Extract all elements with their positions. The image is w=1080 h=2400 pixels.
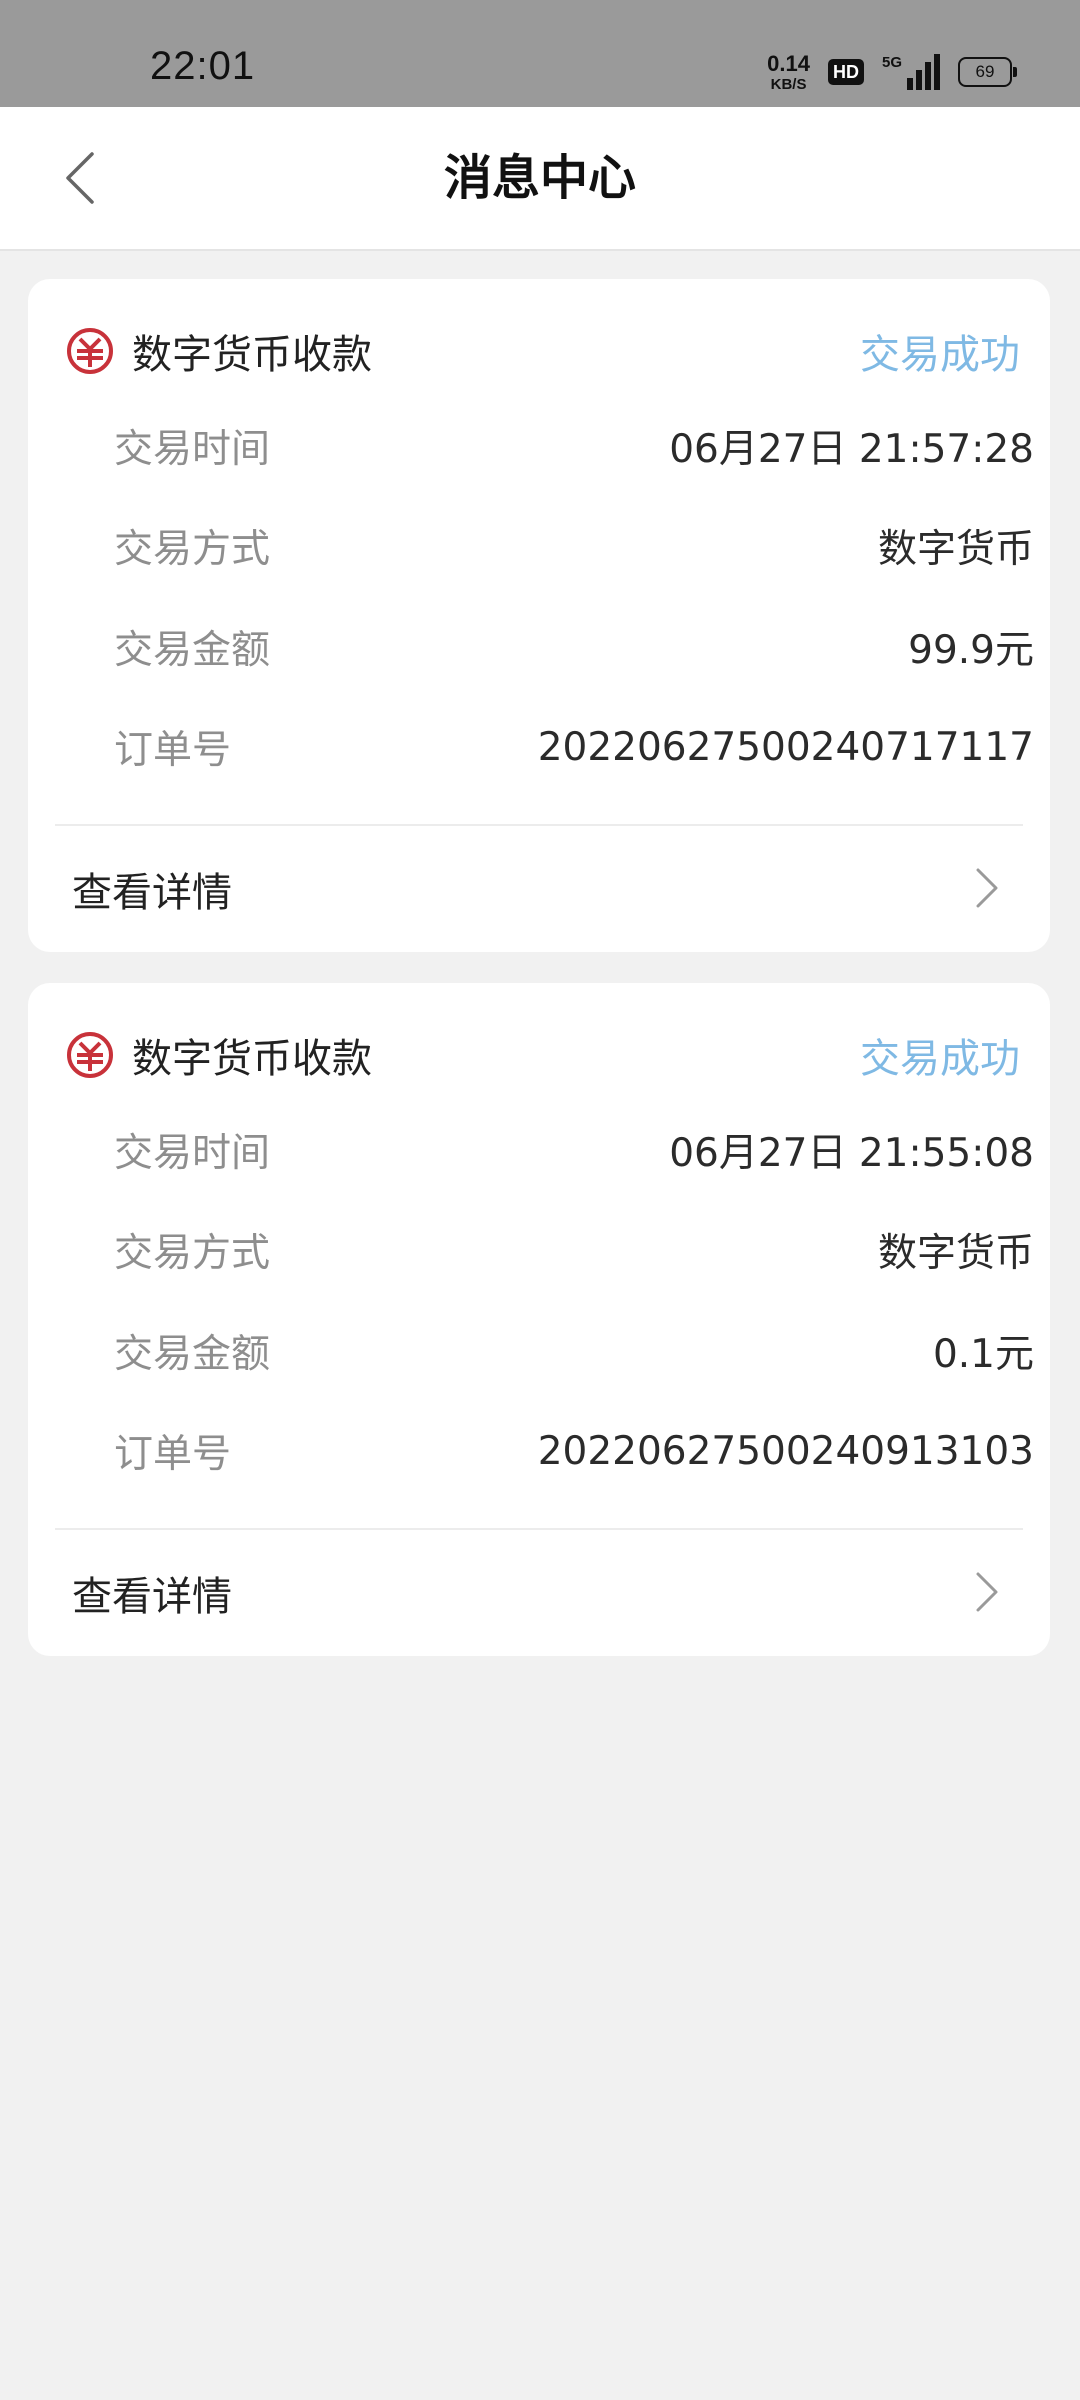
field-row-amount: 交易金额 0.1元 — [114, 1321, 1034, 1381]
view-details-label: 查看详情 — [72, 870, 232, 916]
field-row-method: 交易方式 数字货币 — [114, 1220, 1034, 1280]
signal-label: 5G — [881, 54, 902, 71]
field-label: 交易时间 — [114, 427, 271, 472]
field-value: 99.9元 — [908, 628, 1034, 673]
field-label: 订单号 — [114, 1432, 232, 1477]
field-row-time: 交易时间 06月27日 21:55:08 — [114, 1120, 1034, 1180]
view-details-label: 查看详情 — [72, 1574, 232, 1620]
card-title: 数字货币收款 — [132, 1036, 372, 1082]
signal-bar — [934, 54, 940, 90]
chevron-right-icon — [976, 868, 998, 908]
card-title: 数字货币收款 — [132, 332, 372, 378]
field-label: 交易金额 — [114, 1332, 271, 1377]
field-value: 06月27日 21:57:28 — [669, 427, 1034, 472]
card-header: 数字货币收款 交易成功 — [66, 321, 1050, 381]
field-label: 交易金额 — [114, 628, 271, 673]
back-button[interactable] — [44, 143, 114, 213]
field-row-order-number: 订单号 20220627500240913103 — [114, 1421, 1034, 1481]
hd-icon: HD — [827, 59, 864, 85]
network-speed-unit: KB/S — [770, 75, 807, 93]
status-indicators: 0.14 KB/S HD 5G 69 — [767, 50, 1017, 94]
field-value: 0.1元 — [932, 1332, 1034, 1377]
field-row-time: 交易时间 06月27日 21:57:28 — [114, 416, 1034, 476]
field-value: 数字货币 — [877, 1231, 1034, 1276]
signal-icon: 5G — [882, 54, 940, 90]
message-card: 数字货币收款 交易成功 交易时间 06月27日 21:57:28 交易方式 数字… — [28, 279, 1050, 952]
ecny-icon — [67, 328, 113, 374]
ecny-icon — [67, 1032, 113, 1078]
chevron-right-icon — [976, 1572, 998, 1612]
signal-bar — [907, 78, 913, 90]
status-badge: 交易成功 — [860, 332, 1020, 378]
battery-level: 69 — [975, 62, 995, 81]
signal-bar — [925, 62, 931, 90]
field-row-method: 交易方式 数字货币 — [114, 516, 1034, 576]
status-badge: 交易成功 — [860, 1036, 1020, 1082]
message-card: 数字货币收款 交易成功 交易时间 06月27日 21:55:08 交易方式 数字… — [28, 983, 1050, 1656]
view-details-button[interactable]: 查看详情 — [28, 826, 1050, 952]
field-value: 数字货币 — [877, 527, 1034, 572]
field-row-amount: 交易金额 99.9元 — [114, 617, 1034, 677]
view-details-button[interactable]: 查看详情 — [28, 1530, 1050, 1656]
field-label: 交易方式 — [114, 527, 271, 572]
field-label: 订单号 — [114, 728, 232, 773]
nav-bar: 消息中心 — [0, 107, 1080, 251]
signal-bar — [916, 70, 922, 90]
card-header: 数字货币收款 交易成功 — [66, 1025, 1050, 1085]
network-speed-value: 0.14 — [767, 50, 810, 76]
status-time: 22:01 — [150, 44, 256, 88]
page-title: 消息中心 — [443, 150, 636, 206]
network-speed: 0.14 KB/S — [767, 50, 810, 93]
battery-icon: 69 — [958, 57, 1017, 87]
chevron-left-icon — [66, 152, 94, 204]
field-value: 06月27日 21:55:08 — [669, 1131, 1034, 1176]
status-bar: 22:01 0.14 KB/S HD 5G 69 — [0, 0, 1080, 107]
field-value: 20220627500240913103 — [537, 1428, 1034, 1474]
field-label: 交易时间 — [114, 1131, 271, 1176]
field-value: 20220627500240717117 — [537, 724, 1034, 770]
field-row-order-number: 订单号 20220627500240717117 — [114, 717, 1034, 777]
field-label: 交易方式 — [114, 1231, 271, 1276]
